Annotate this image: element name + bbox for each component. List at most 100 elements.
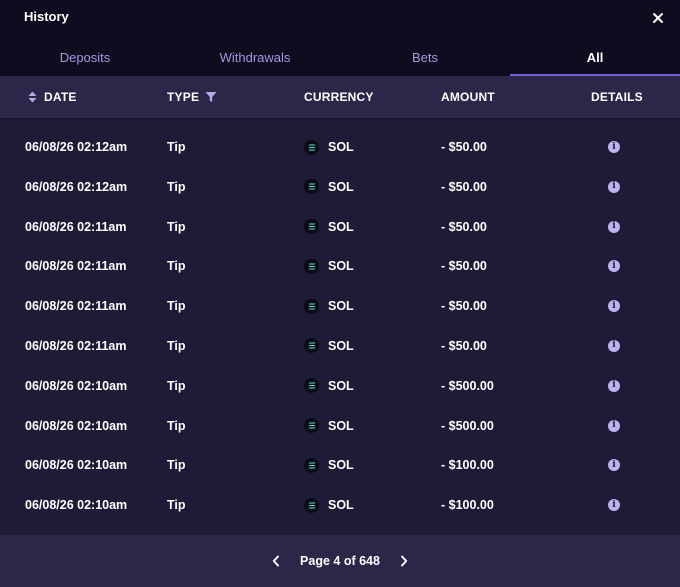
column-type[interactable]: TYPE bbox=[167, 76, 217, 118]
row-details: i bbox=[608, 286, 620, 326]
row-currency: SOL bbox=[304, 366, 354, 406]
row-currency: SOL bbox=[304, 286, 354, 326]
solana-icon bbox=[304, 418, 319, 434]
info-icon[interactable]: i bbox=[608, 260, 620, 273]
table-row: 06/08/26 02:10am Tip SOL - $100.00 i bbox=[0, 485, 680, 525]
solana-icon bbox=[304, 298, 319, 314]
row-currency: SOL bbox=[304, 127, 354, 167]
title-bar: History bbox=[0, 0, 680, 38]
next-page-button[interactable] bbox=[394, 551, 414, 571]
row-type: Tip bbox=[167, 338, 186, 353]
row-type: Tip bbox=[167, 458, 186, 473]
solana-icon bbox=[304, 258, 319, 274]
solana-icon bbox=[304, 378, 319, 394]
close-button[interactable] bbox=[646, 6, 670, 30]
column-details-label: DETAILS bbox=[591, 90, 643, 104]
solana-icon bbox=[304, 139, 319, 155]
info-icon[interactable]: i bbox=[608, 499, 620, 512]
filter-icon[interactable] bbox=[205, 91, 217, 103]
modal-title: History bbox=[24, 9, 69, 24]
info-icon[interactable]: i bbox=[608, 141, 620, 153]
info-icon[interactable]: i bbox=[608, 459, 620, 472]
row-amount: - $50.00 bbox=[441, 179, 487, 194]
tab-bar: Deposits Withdrawals Bets All bbox=[0, 38, 680, 76]
row-currency-label: SOL bbox=[328, 418, 354, 433]
info-icon[interactable]: i bbox=[608, 419, 620, 432]
row-amount: - $100.00 bbox=[441, 458, 494, 473]
row-details: i bbox=[608, 485, 620, 525]
row-currency: SOL bbox=[304, 485, 354, 525]
row-date: 06/08/26 02:10am bbox=[25, 378, 128, 393]
table-row: 06/08/26 02:11am Tip SOL - $50.00 i bbox=[0, 286, 680, 326]
row-date: 06/08/26 02:11am bbox=[25, 259, 127, 274]
row-currency: SOL bbox=[304, 207, 354, 247]
info-icon[interactable]: i bbox=[608, 180, 620, 193]
column-type-label: TYPE bbox=[167, 90, 200, 104]
row-details: i bbox=[608, 366, 620, 406]
table-row: 06/08/26 02:10am Tip SOL - $500.00 i bbox=[0, 366, 680, 406]
info-icon[interactable]: i bbox=[608, 300, 620, 313]
row-currency-label: SOL bbox=[328, 378, 354, 393]
row-type: Tip bbox=[167, 179, 186, 194]
sort-icon[interactable] bbox=[28, 91, 37, 103]
solana-icon bbox=[304, 219, 319, 235]
page-indicator: Page 4 of 648 bbox=[300, 554, 380, 568]
row-details: i bbox=[608, 127, 620, 167]
column-details: DETAILS bbox=[591, 76, 643, 118]
pagination-bar: Page 4 of 648 bbox=[0, 535, 680, 587]
table-row: 06/08/26 02:11am Tip SOL - $50.00 i bbox=[0, 246, 680, 286]
tab-bets[interactable]: Bets bbox=[340, 38, 510, 76]
row-amount: - $500.00 bbox=[441, 378, 494, 393]
row-currency-label: SOL bbox=[328, 299, 354, 314]
row-details: i bbox=[608, 167, 620, 207]
row-amount: - $50.00 bbox=[441, 259, 487, 274]
chevron-left-icon bbox=[272, 555, 280, 567]
row-amount: - $50.00 bbox=[441, 140, 487, 154]
row-amount: - $100.00 bbox=[441, 498, 494, 513]
tab-withdrawals[interactable]: Withdrawals bbox=[170, 38, 340, 76]
column-amount: AMOUNT bbox=[441, 76, 495, 118]
table-row: 06/08/26 02:10am Tip SOL - $100.00 i bbox=[0, 445, 680, 485]
row-currency: SOL bbox=[304, 406, 354, 446]
table-row: 06/08/26 02:12am Tip SOL - $50.00 i bbox=[0, 167, 680, 207]
row-currency: SOL bbox=[304, 167, 354, 207]
row-currency-label: SOL bbox=[328, 179, 354, 194]
solana-icon bbox=[304, 338, 319, 354]
solana-icon bbox=[304, 497, 319, 513]
row-details: i bbox=[608, 406, 620, 446]
tab-all[interactable]: All bbox=[510, 38, 680, 76]
solana-icon bbox=[304, 457, 319, 473]
solana-icon bbox=[304, 179, 319, 195]
row-currency-label: SOL bbox=[328, 338, 354, 353]
table-row: 06/08/26 02:10am Tip SOL - $500.00 i bbox=[0, 406, 680, 446]
info-icon[interactable]: i bbox=[608, 220, 620, 233]
row-type: Tip bbox=[167, 140, 186, 154]
previous-page-button[interactable] bbox=[266, 551, 286, 571]
row-currency-label: SOL bbox=[328, 219, 354, 234]
row-date: 06/08/26 02:10am bbox=[25, 498, 128, 513]
info-icon[interactable]: i bbox=[608, 339, 620, 352]
row-type: Tip bbox=[167, 378, 186, 393]
row-date: 06/08/26 02:10am bbox=[25, 418, 128, 433]
column-amount-label: AMOUNT bbox=[441, 90, 495, 104]
row-date: 06/08/26 02:11am bbox=[25, 299, 127, 314]
row-amount: - $50.00 bbox=[441, 299, 487, 314]
row-details: i bbox=[608, 207, 620, 247]
table-row: 06/08/26 02:11am Tip SOL - $50.00 i bbox=[0, 326, 680, 366]
tab-deposits[interactable]: Deposits bbox=[0, 38, 170, 76]
row-type: Tip bbox=[167, 219, 186, 234]
close-icon bbox=[653, 13, 663, 23]
row-currency-label: SOL bbox=[328, 458, 354, 473]
row-currency: SOL bbox=[304, 326, 354, 366]
column-date[interactable]: DATE bbox=[28, 76, 77, 118]
row-currency-label: SOL bbox=[328, 140, 354, 154]
row-currency: SOL bbox=[304, 445, 354, 485]
table-row: 06/08/26 02:11am Tip SOL - $50.00 i bbox=[0, 207, 680, 247]
table-header: DATE TYPE CURRENCY AMOUNT DETAILS bbox=[0, 76, 680, 119]
column-date-label: DATE bbox=[44, 90, 77, 104]
row-amount: - $500.00 bbox=[441, 418, 494, 433]
column-currency-label: CURRENCY bbox=[304, 90, 374, 104]
table-row: 06/08/26 02:12am Tip SOL - $50.00 i bbox=[0, 127, 680, 167]
chevron-right-icon bbox=[400, 555, 408, 567]
info-icon[interactable]: i bbox=[608, 379, 620, 392]
